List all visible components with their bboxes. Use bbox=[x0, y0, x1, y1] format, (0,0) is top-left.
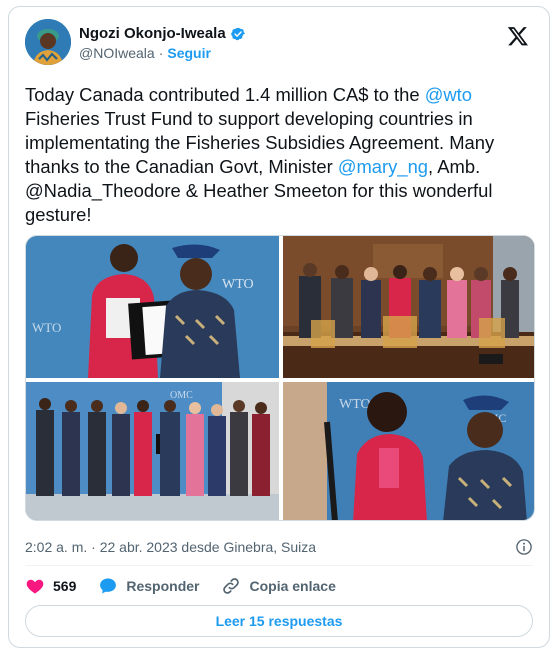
photo-signing-table[interactable] bbox=[283, 236, 534, 378]
photo-sign-wto-1: WTO bbox=[32, 320, 61, 335]
read-replies-button[interactable]: Leer 15 respuestas bbox=[25, 605, 533, 637]
mention-mary-ng-link[interactable]: @mary_ng bbox=[338, 156, 428, 177]
photo-sign-wto-2: WTO bbox=[222, 277, 254, 292]
speech-bubble-icon bbox=[100, 578, 117, 594]
author-handle[interactable]: @NOIweala bbox=[79, 45, 155, 61]
photo-conversation[interactable]: WTO OMC bbox=[283, 382, 534, 520]
tweet-timestamp[interactable]: 2:02 a. m. · 22 abr. 2023 desde Ginebra,… bbox=[25, 539, 316, 555]
tweet-card: Ngozi Okonjo-Iweala @NOIweala · Seguir T… bbox=[8, 6, 550, 648]
tweet-text: Today Canada contributed 1.4 million CA$… bbox=[25, 83, 531, 227]
media-grid: WTO WTO OMC WTO bbox=[25, 235, 535, 521]
info-icon[interactable] bbox=[515, 538, 533, 556]
follow-button[interactable]: Seguir bbox=[167, 45, 211, 61]
copy-link-button[interactable]: Copia enlace bbox=[221, 576, 336, 596]
mention-wto-link[interactable]: @wto bbox=[425, 84, 472, 105]
photo-sign-omc-1: OMC bbox=[170, 390, 193, 401]
photo-group-lineup[interactable]: OMC bbox=[26, 382, 279, 520]
copy-link-label: Copia enlace bbox=[249, 578, 336, 594]
link-icon bbox=[223, 578, 240, 594]
x-logo-icon[interactable] bbox=[507, 25, 529, 47]
reply-button[interactable]: Responder bbox=[98, 576, 199, 596]
author-name[interactable]: Ngozi Okonjo-Iweala bbox=[79, 25, 226, 42]
tweet-header: Ngozi Okonjo-Iweala @NOIweala · Seguir bbox=[25, 19, 533, 69]
avatar[interactable] bbox=[25, 19, 71, 65]
author-block: Ngozi Okonjo-Iweala @NOIweala · Seguir bbox=[79, 25, 246, 61]
reply-label: Responder bbox=[126, 578, 200, 594]
heart-icon bbox=[26, 579, 44, 594]
action-bar: 569 Responder Copia enlace bbox=[25, 573, 358, 599]
divider bbox=[25, 565, 533, 566]
handle-separator: · bbox=[158, 45, 164, 61]
photo-sign-omc-2: WTO bbox=[339, 397, 371, 412]
like-count: 569 bbox=[53, 578, 77, 594]
like-button[interactable]: 569 bbox=[25, 576, 76, 596]
verified-badge-icon bbox=[230, 27, 245, 40]
tweet-text-part-1: Today Canada contributed 1.4 million CA$… bbox=[25, 84, 425, 105]
photo-signing-handshake[interactable]: WTO WTO bbox=[26, 236, 279, 378]
